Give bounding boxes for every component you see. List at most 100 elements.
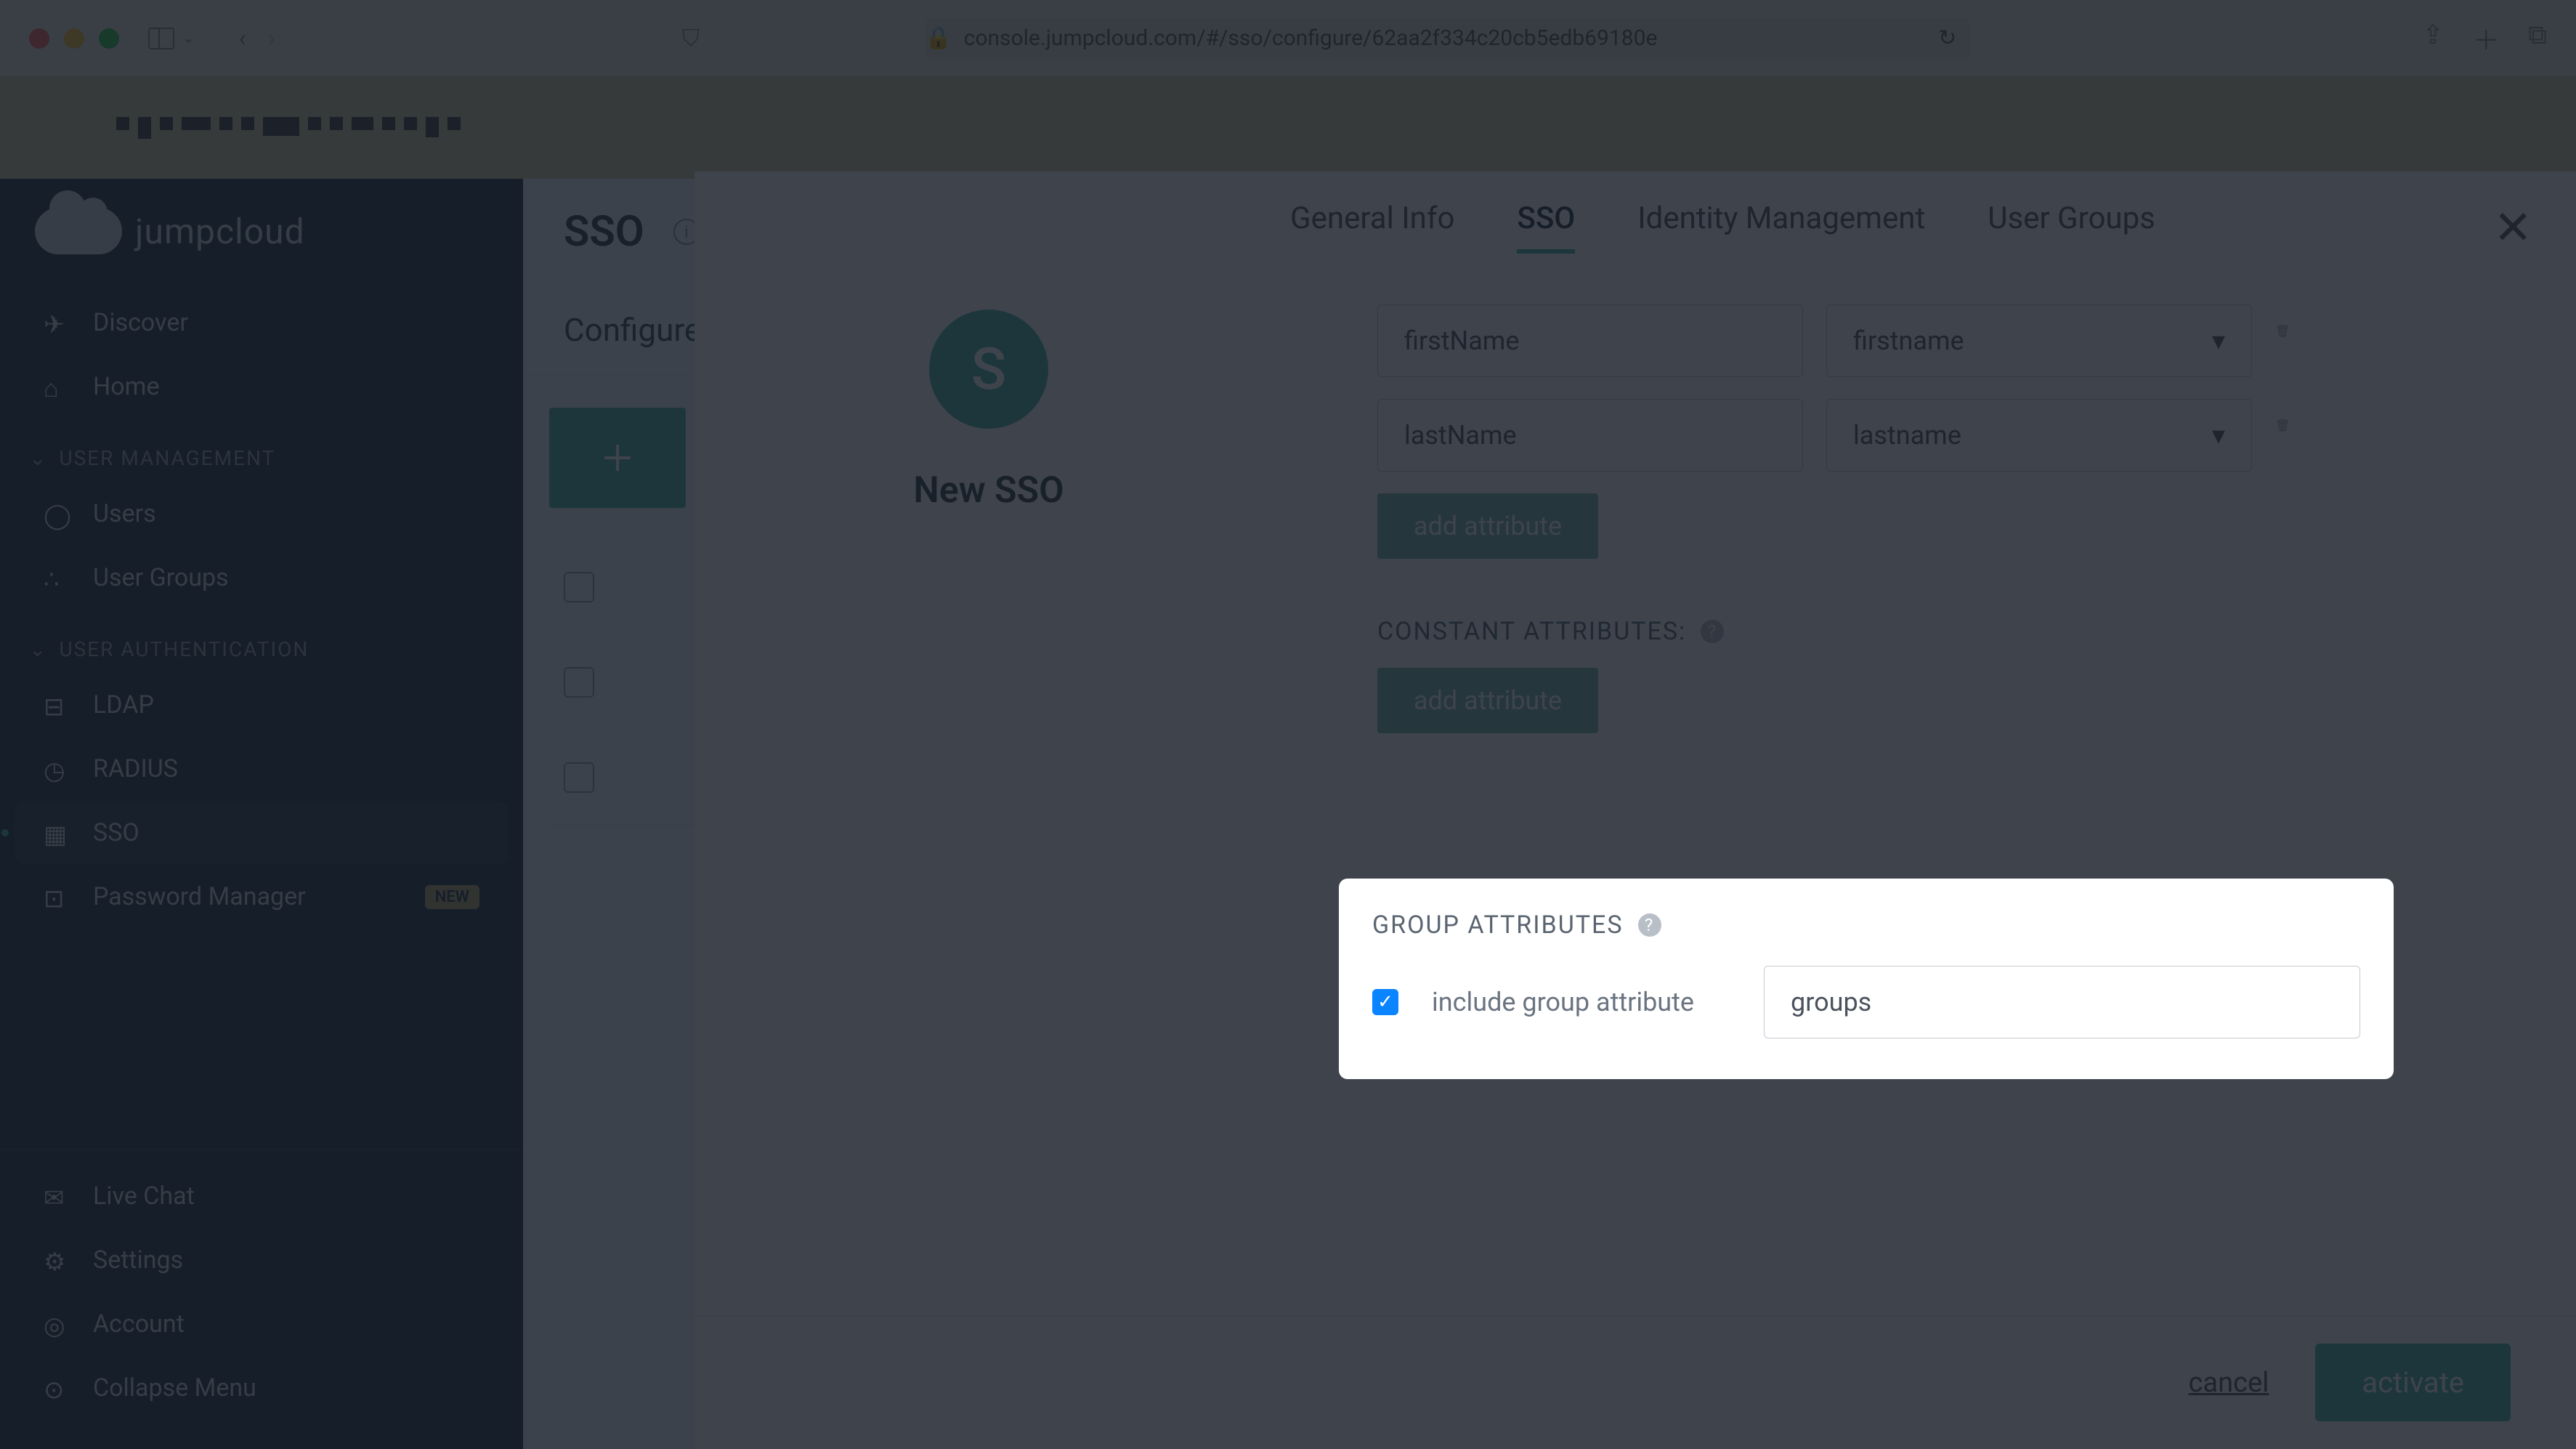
group-icon: ∴ xyxy=(44,565,68,590)
chevron-down-icon: ▾ xyxy=(2212,420,2225,451)
add-application-button[interactable] xyxy=(549,408,686,508)
group-attribute-input[interactable] xyxy=(1764,966,2360,1038)
home-icon: ⌂ xyxy=(44,374,68,399)
tab-user-groups[interactable]: User Groups xyxy=(1988,201,2155,254)
section-label: USER AUTHENTICATION xyxy=(59,637,309,661)
chevron-down-icon[interactable]: ⌄ xyxy=(182,29,195,47)
tabs-icon[interactable]: ⧉ xyxy=(2528,20,2547,57)
ldap-icon: ⊟ xyxy=(44,693,68,717)
sso-icon: ▦ xyxy=(44,820,68,845)
sidebar-item-users[interactable]: ◯ Users xyxy=(0,482,523,546)
new-tab-icon[interactable]: ＋ xyxy=(2473,20,2499,57)
minimize-window-icon[interactable] xyxy=(64,28,84,49)
tab-sso[interactable]: SSO xyxy=(1517,201,1575,254)
section-user-authentication[interactable]: ⌄ USER AUTHENTICATION xyxy=(0,610,523,673)
sidebar-item-radius[interactable]: ◷ RADIUS xyxy=(0,737,523,801)
activate-button[interactable]: activate xyxy=(2315,1344,2511,1421)
tab-general-info[interactable]: General Info xyxy=(1290,201,1454,254)
close-window-icon[interactable] xyxy=(29,28,49,49)
discover-icon: ✈ xyxy=(44,310,68,335)
password-icon: ⊡ xyxy=(44,884,68,909)
address-bar[interactable]: 🔒 console.jumpcloud.com/#/sso/configure/… xyxy=(925,17,1971,60)
sidebar-item-account[interactable]: ◎ Account xyxy=(0,1292,523,1356)
cancel-button[interactable]: cancel xyxy=(2189,1367,2269,1399)
attr-value-select[interactable]: firstname ▾ xyxy=(1826,304,2252,377)
sidebar-label: SSO xyxy=(93,818,139,847)
row-checkbox[interactable] xyxy=(564,667,594,698)
attr-name-input[interactable] xyxy=(1377,399,1803,472)
chat-icon: ✉ xyxy=(44,1184,68,1208)
brand-name: jumpcloud xyxy=(135,211,305,252)
sidebar-label: Settings xyxy=(93,1246,183,1275)
sidebar-item-home[interactable]: ⌂ Home xyxy=(0,355,523,419)
sidebar-item-settings[interactable]: ⚙ Settings xyxy=(0,1228,523,1292)
sidebar-label: Password Manager xyxy=(93,882,306,911)
sidebar-label: User Groups xyxy=(93,563,229,592)
add-constant-attribute-button[interactable]: add attribute xyxy=(1377,668,1598,733)
sidebar-item-sso[interactable]: ▦ SSO xyxy=(15,801,509,865)
sidebar-label: RADIUS xyxy=(93,754,178,783)
attr-value-select[interactable]: lastname ▾ xyxy=(1826,399,2252,472)
section-text: CONSTANT ATTRIBUTES: xyxy=(1377,617,1686,646)
attr-name-input[interactable] xyxy=(1377,304,1803,377)
include-group-checkbox[interactable]: ✓ xyxy=(1372,989,1398,1015)
obscured-bar xyxy=(0,77,2576,179)
chevron-down-icon: ⌄ xyxy=(29,446,47,470)
close-icon[interactable]: ✕ xyxy=(2493,201,2532,255)
add-attribute-button[interactable]: add attribute xyxy=(1377,493,1598,559)
window-controls xyxy=(29,28,119,49)
url-text: console.jumpcloud.com/#/sso/configure/62… xyxy=(964,25,1658,51)
sidebar-label: Users xyxy=(93,499,156,528)
tab-identity-management[interactable]: Identity Management xyxy=(1637,201,1925,254)
section-text: GROUP ATTRIBUTES xyxy=(1372,911,1624,940)
sidebar-item-password-manager[interactable]: ⊡ Password Manager NEW xyxy=(0,865,523,929)
app-badge-letter: S xyxy=(971,335,1006,403)
select-value: lastname xyxy=(1853,420,1961,451)
chevron-down-icon: ⌄ xyxy=(29,637,47,661)
new-badge: NEW xyxy=(425,885,479,909)
browser-toolbar: ⌄ ‹ › ⛉ 🔒 console.jumpcloud.com/#/sso/co… xyxy=(0,0,2576,77)
sidebar-label: Collapse Menu xyxy=(93,1373,256,1402)
sidebar-item-live-chat[interactable]: ✉ Live Chat xyxy=(0,1164,523,1228)
constant-attributes-label: CONSTANT ATTRIBUTES: ? xyxy=(1377,617,2482,646)
panel-sidebar: S New SSO xyxy=(694,171,1283,1315)
sidebar-label: Live Chat xyxy=(93,1182,195,1211)
sidebar-toggle-icon[interactable] xyxy=(148,28,174,49)
sidebar: jumpcloud ✈ Discover ⌂ Home ⌄ USER MANAG… xyxy=(0,179,523,1449)
include-group-label: include group attribute xyxy=(1432,987,1694,1017)
sidebar-item-ldap[interactable]: ⊟ LDAP xyxy=(0,673,523,737)
panel-content: General Info SSO Identity Management Use… xyxy=(1283,171,2576,1315)
trash-icon[interactable]: 🗑 xyxy=(2275,324,2304,358)
app-badge: S xyxy=(929,310,1048,429)
select-value: firstname xyxy=(1853,326,1964,356)
trash-icon[interactable]: 🗑 xyxy=(2275,419,2304,452)
page-title: SSO xyxy=(564,207,644,257)
sidebar-label: Account xyxy=(93,1309,185,1339)
radius-icon: ◷ xyxy=(44,756,68,781)
help-icon[interactable]: ? xyxy=(1701,620,1724,643)
panel-tabs: General Info SSO Identity Management Use… xyxy=(1283,201,2576,275)
maximize-window-icon[interactable] xyxy=(99,28,119,49)
help-icon[interactable]: ? xyxy=(1638,913,1661,937)
account-icon: ◎ xyxy=(44,1312,68,1336)
cloud-icon xyxy=(35,208,122,254)
row-checkbox[interactable] xyxy=(564,762,594,793)
privacy-icon[interactable]: ⛉ xyxy=(682,24,700,52)
sidebar-item-discover[interactable]: ✈ Discover xyxy=(0,291,523,355)
section-user-management[interactable]: ⌄ USER MANAGEMENT xyxy=(0,419,523,482)
reload-icon[interactable]: ↻ xyxy=(1938,25,1956,51)
sidebar-item-collapse[interactable]: ⊙ Collapse Menu xyxy=(0,1356,523,1420)
user-icon: ◯ xyxy=(44,501,68,526)
plus-icon xyxy=(600,440,635,475)
share-icon[interactable]: ⇪ xyxy=(2422,20,2444,57)
chevron-down-icon: ▾ xyxy=(2212,326,2225,356)
brand-logo[interactable]: jumpcloud xyxy=(0,208,523,291)
configure-panel: ✕ S New SSO General Info SSO Identity Ma… xyxy=(694,171,2576,1449)
forward-icon: › xyxy=(268,24,275,53)
back-icon[interactable]: ‹ xyxy=(238,24,246,53)
group-attributes-label: GROUP ATTRIBUTES ? xyxy=(1372,911,2360,940)
app-name: New SSO xyxy=(913,469,1064,512)
sidebar-label: LDAP xyxy=(93,690,154,719)
select-all-checkbox[interactable] xyxy=(564,572,594,602)
sidebar-item-user-groups[interactable]: ∴ User Groups xyxy=(0,546,523,610)
